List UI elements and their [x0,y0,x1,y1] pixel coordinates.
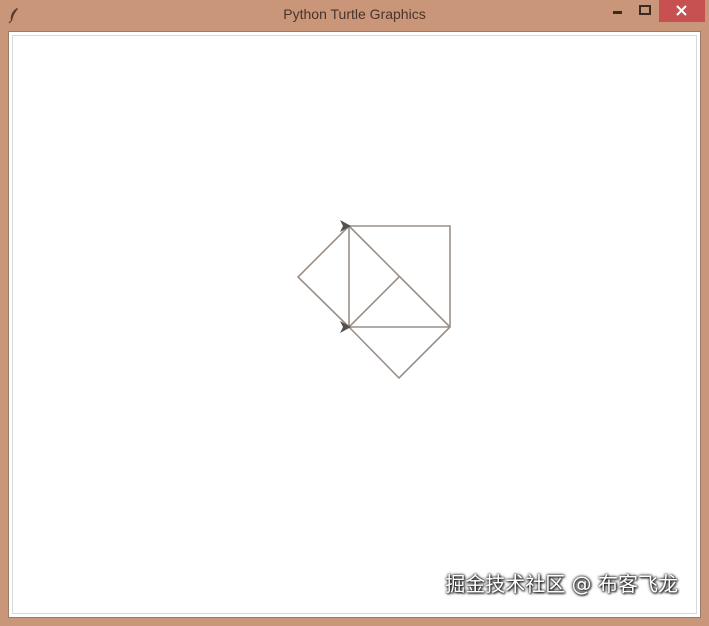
title-bar[interactable]: Python Turtle Graphics [0,0,709,31]
maximize-icon [639,5,651,15]
turtle-canvas-frame: 掘金技术社区 @ 布客飞龙 [8,31,701,618]
turtle-window: Python Turtle Graphics 掘金技术社区 @ 布客飞龙 [0,0,709,626]
minimize-button[interactable] [603,0,631,22]
turtle-canvas[interactable]: 掘金技术社区 @ 布客飞龙 [12,35,697,614]
watermark-text: 掘金技术社区 @ 布客飞龙 [445,572,678,596]
minimize-icon [613,11,622,14]
close-button[interactable] [659,0,705,22]
maximize-button[interactable] [631,0,659,22]
turtle-drawing [296,220,451,380]
close-icon [676,5,687,16]
inner-triangle [348,276,400,328]
bottom-diamond [348,326,451,380]
left-diamond [296,225,350,328]
